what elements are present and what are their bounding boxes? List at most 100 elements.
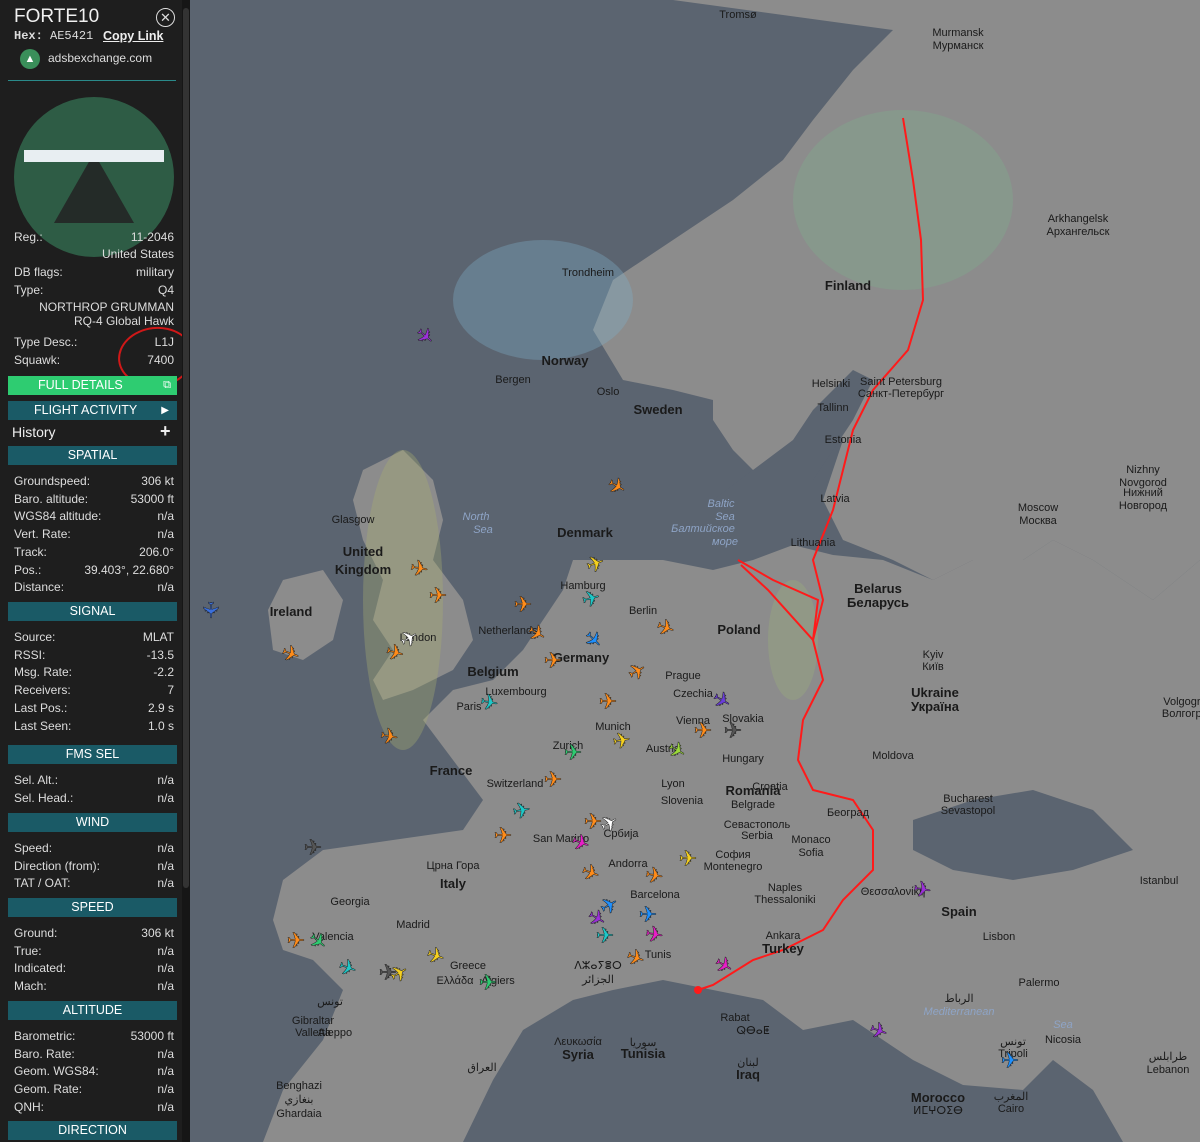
type-value: Q4 bbox=[157, 283, 174, 297]
scrollbar-thumb[interactable] bbox=[183, 8, 189, 888]
signal-label: Last Seen: bbox=[14, 718, 72, 733]
section-speed: SPEED bbox=[8, 898, 177, 917]
close-icon[interactable]: ✕ bbox=[156, 8, 175, 27]
aircraft-marker-icon[interactable]: ✈ bbox=[679, 846, 698, 872]
adsbx-site-label: adsbexchange.com bbox=[48, 51, 153, 66]
map-label: Nicosia bbox=[1045, 1034, 1082, 1046]
map-label: Montenegro bbox=[704, 861, 763, 873]
aircraft-position-marker[interactable] bbox=[694, 986, 702, 994]
spatial-label: Baro. altitude: bbox=[14, 491, 89, 506]
map-label: Нижний bbox=[1123, 487, 1163, 499]
flight-activity-label: FLIGHT ACTIVITY bbox=[34, 403, 138, 417]
aircraft-marker-icon[interactable]: ✈ bbox=[494, 823, 513, 849]
aircraft-marker-icon[interactable]: ✈ bbox=[564, 740, 583, 766]
type-desc-label: Type Desc.: bbox=[14, 335, 78, 349]
aircraft-marker-icon[interactable]: ✈ bbox=[304, 835, 323, 861]
map-label: Sofia bbox=[798, 847, 824, 859]
map-label: Волгоград bbox=[1162, 708, 1200, 720]
map-label: София bbox=[715, 849, 750, 861]
map-label: Romania bbox=[726, 783, 782, 798]
aircraft-silhouette-icon bbox=[54, 153, 134, 223]
speed-value: n/a bbox=[157, 943, 174, 958]
map-label: Rabat bbox=[720, 1012, 749, 1024]
map-label: Балтийское bbox=[671, 523, 735, 535]
spatial-value: 306 kt bbox=[141, 474, 174, 488]
spatial-label: Distance: bbox=[14, 580, 65, 595]
map-label: Turkey bbox=[762, 941, 804, 956]
aircraft-marker-icon[interactable]: ✈ bbox=[544, 648, 563, 674]
map-label: ⵍⵎⵖⵔⵉⴱ bbox=[913, 1105, 963, 1117]
fms_sel-label: Sel. Alt.: bbox=[14, 773, 59, 787]
map-label: Cairo bbox=[998, 1103, 1024, 1115]
map-label: Georgia bbox=[330, 896, 370, 908]
map-label: طرابلس bbox=[1149, 1051, 1188, 1063]
type-label: Type: bbox=[14, 283, 44, 297]
map-view[interactable]: Tromsø MurmanskМурманск ArkhangelskАрханге… bbox=[193, 0, 1200, 1142]
map-label: Iraq bbox=[736, 1067, 760, 1082]
aircraft-marker-icon[interactable]: ✈ bbox=[694, 718, 713, 744]
aircraft-marker-icon[interactable]: ✈ bbox=[287, 928, 306, 954]
signal-label: Source: bbox=[14, 630, 56, 644]
db-flags-value: military bbox=[136, 265, 174, 279]
hex-label: Hex: bbox=[14, 29, 43, 43]
altitude-label: Baro. Rate: bbox=[14, 1046, 75, 1061]
map-label: Україна bbox=[911, 699, 960, 714]
map-label: Arkhangelsk bbox=[1048, 213, 1109, 225]
map-label: Syria bbox=[562, 1047, 595, 1062]
speed-value: n/a bbox=[157, 979, 174, 994]
aircraft-marker-icon[interactable]: ✈ bbox=[479, 970, 498, 996]
map-label: ⴷⵣⴰⵢⴻⵔ bbox=[574, 960, 622, 972]
altitude-label: QNH: bbox=[14, 1099, 44, 1114]
history-toggle[interactable]: History bbox=[12, 424, 56, 440]
signal-value: -2.2 bbox=[153, 665, 174, 680]
map-label: Ukraine bbox=[911, 685, 959, 700]
aircraft-marker-icon[interactable]: ✈ bbox=[1001, 1048, 1020, 1074]
speed-label: Ground: bbox=[14, 926, 58, 940]
full-details-button[interactable]: FULL DETAILS ⧉ bbox=[8, 376, 177, 395]
aircraft-marker-icon[interactable]: ✈ bbox=[429, 583, 448, 609]
wind-label: Direction (from): bbox=[14, 858, 101, 873]
map-label: Ghardaia bbox=[276, 1108, 322, 1120]
wind-label: TAT / OAT: bbox=[14, 876, 71, 891]
altitude-label: Barometric: bbox=[14, 1029, 76, 1043]
aircraft-marker-icon[interactable]: ✈ bbox=[599, 689, 618, 715]
aircraft-marker-icon[interactable]: ✈ bbox=[198, 601, 224, 620]
map-label: Київ bbox=[922, 661, 944, 673]
wind-label: Speed: bbox=[14, 841, 53, 855]
signal-value: MLAT bbox=[142, 630, 174, 644]
aircraft-marker-icon[interactable]: ✈ bbox=[514, 592, 533, 618]
map-label: Mediterranean bbox=[924, 1006, 995, 1018]
adsbx-link[interactable]: ▲ adsbexchange.com bbox=[20, 49, 152, 69]
spatial-label: Pos.: bbox=[14, 562, 42, 577]
aircraft-marker-icon[interactable]: ✈ bbox=[544, 767, 563, 793]
map-label: Andorra bbox=[608, 858, 648, 870]
map-label: الرباط bbox=[944, 993, 973, 1005]
copy-link-button[interactable]: Copy Link bbox=[103, 29, 163, 43]
map-label: ⵕⴱⴰⵟ bbox=[736, 1025, 770, 1037]
aircraft-marker-icon[interactable]: ✈ bbox=[724, 718, 743, 744]
spatial-label: Track: bbox=[14, 544, 47, 559]
map-label: Архангельск bbox=[1047, 226, 1110, 238]
map-label: Madrid bbox=[396, 919, 430, 931]
aircraft-photo-placeholder[interactable] bbox=[14, 97, 174, 257]
map-label: Ελλάδα bbox=[436, 975, 474, 987]
map-label: Санкт-Петербург bbox=[858, 388, 944, 400]
spatial-value: 39.403°, 22.680° bbox=[84, 562, 174, 577]
map-label: Istanbul bbox=[1140, 875, 1179, 887]
map-label: Sea bbox=[473, 524, 493, 536]
map-label: Lithuania bbox=[791, 537, 837, 549]
spatial-value: n/a bbox=[157, 527, 174, 542]
map-label: Berlin bbox=[629, 605, 657, 617]
sidebar-scrollbar[interactable] bbox=[182, 0, 190, 1142]
chevron-right-icon: ▶ bbox=[161, 405, 169, 416]
map-label: Poland bbox=[717, 622, 760, 637]
aircraft-marker-icon[interactable]: ✈ bbox=[596, 923, 615, 949]
map-label: Црна Гора bbox=[426, 860, 480, 872]
map-label: Serbia bbox=[741, 830, 774, 842]
map-label: Glasgow bbox=[332, 514, 375, 526]
squawk-label: Squawk: bbox=[14, 353, 61, 367]
plus-icon[interactable]: + bbox=[160, 421, 171, 442]
flight-activity-button[interactable]: FLIGHT ACTIVITY ▶ bbox=[8, 401, 177, 420]
map-label: Moscow bbox=[1018, 502, 1058, 514]
altitude-label: Geom. WGS84: bbox=[14, 1064, 99, 1079]
